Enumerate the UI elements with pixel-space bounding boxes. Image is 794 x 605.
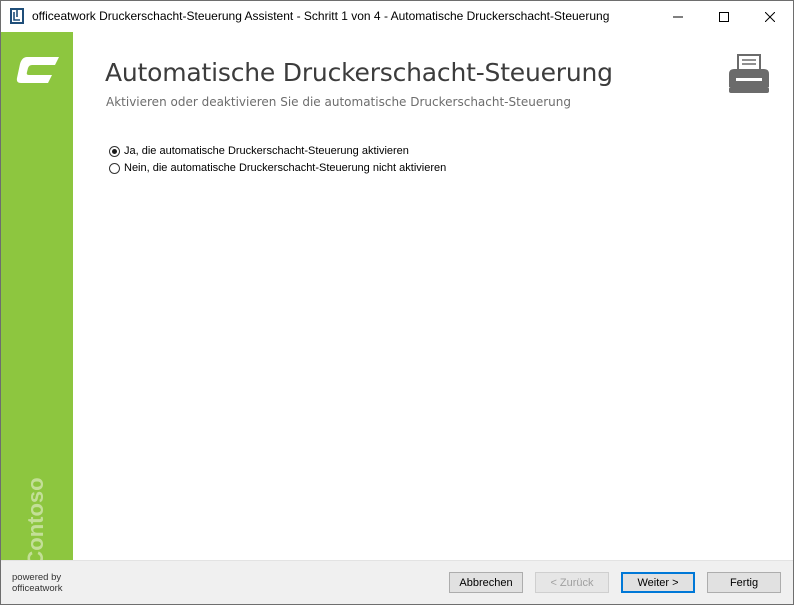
minimize-button[interactable] bbox=[655, 1, 701, 32]
finish-button[interactable]: Fertig bbox=[707, 572, 781, 593]
next-button[interactable]: Weiter > bbox=[621, 572, 695, 593]
printer-icon bbox=[729, 54, 769, 93]
radio-label-yes: Ja, die automatische Druckerschacht-Steu… bbox=[124, 145, 409, 157]
radio-label-no: Nein, die automatische Druckerschacht-St… bbox=[124, 162, 447, 174]
powered-by: powered by officeatwork bbox=[12, 572, 63, 594]
cancel-button[interactable]: Abbrechen bbox=[449, 572, 523, 593]
close-button[interactable] bbox=[747, 1, 793, 32]
radio-option-no[interactable]: Nein, die automatische Druckerschacht-St… bbox=[109, 162, 446, 174]
brand-name: Contoso bbox=[23, 477, 48, 567]
powered-by-line2: officeatwork bbox=[12, 583, 63, 594]
window-title: officeatwork Druckerschacht-Steuerung As… bbox=[32, 9, 610, 23]
maximize-icon bbox=[719, 11, 729, 22]
minimize-icon bbox=[673, 16, 683, 17]
radio-unchecked-icon[interactable] bbox=[109, 162, 120, 174]
page-title: Automatische Druckerschacht-Steuerung bbox=[105, 58, 613, 87]
app-icon bbox=[10, 8, 24, 24]
radio-checked-icon[interactable] bbox=[109, 145, 120, 157]
radio-option-yes[interactable]: Ja, die automatische Druckerschacht-Steu… bbox=[109, 145, 409, 157]
title-bar: officeatwork Druckerschacht-Steuerung As… bbox=[1, 1, 793, 32]
contoso-logo bbox=[16, 57, 59, 83]
back-button[interactable]: < Zurück bbox=[535, 572, 609, 593]
page-subtitle: Aktivieren oder deaktivieren Sie die aut… bbox=[106, 95, 571, 109]
brand-sidebar: Contoso bbox=[1, 32, 73, 567]
powered-by-line1: powered by bbox=[12, 572, 62, 583]
wizard-window: officeatwork Druckerschacht-Steuerung As… bbox=[0, 0, 794, 605]
maximize-button[interactable] bbox=[701, 1, 747, 32]
close-icon bbox=[765, 11, 775, 22]
wizard-footer: powered by officeatwork Abbrechen < Zurü… bbox=[1, 560, 793, 604]
